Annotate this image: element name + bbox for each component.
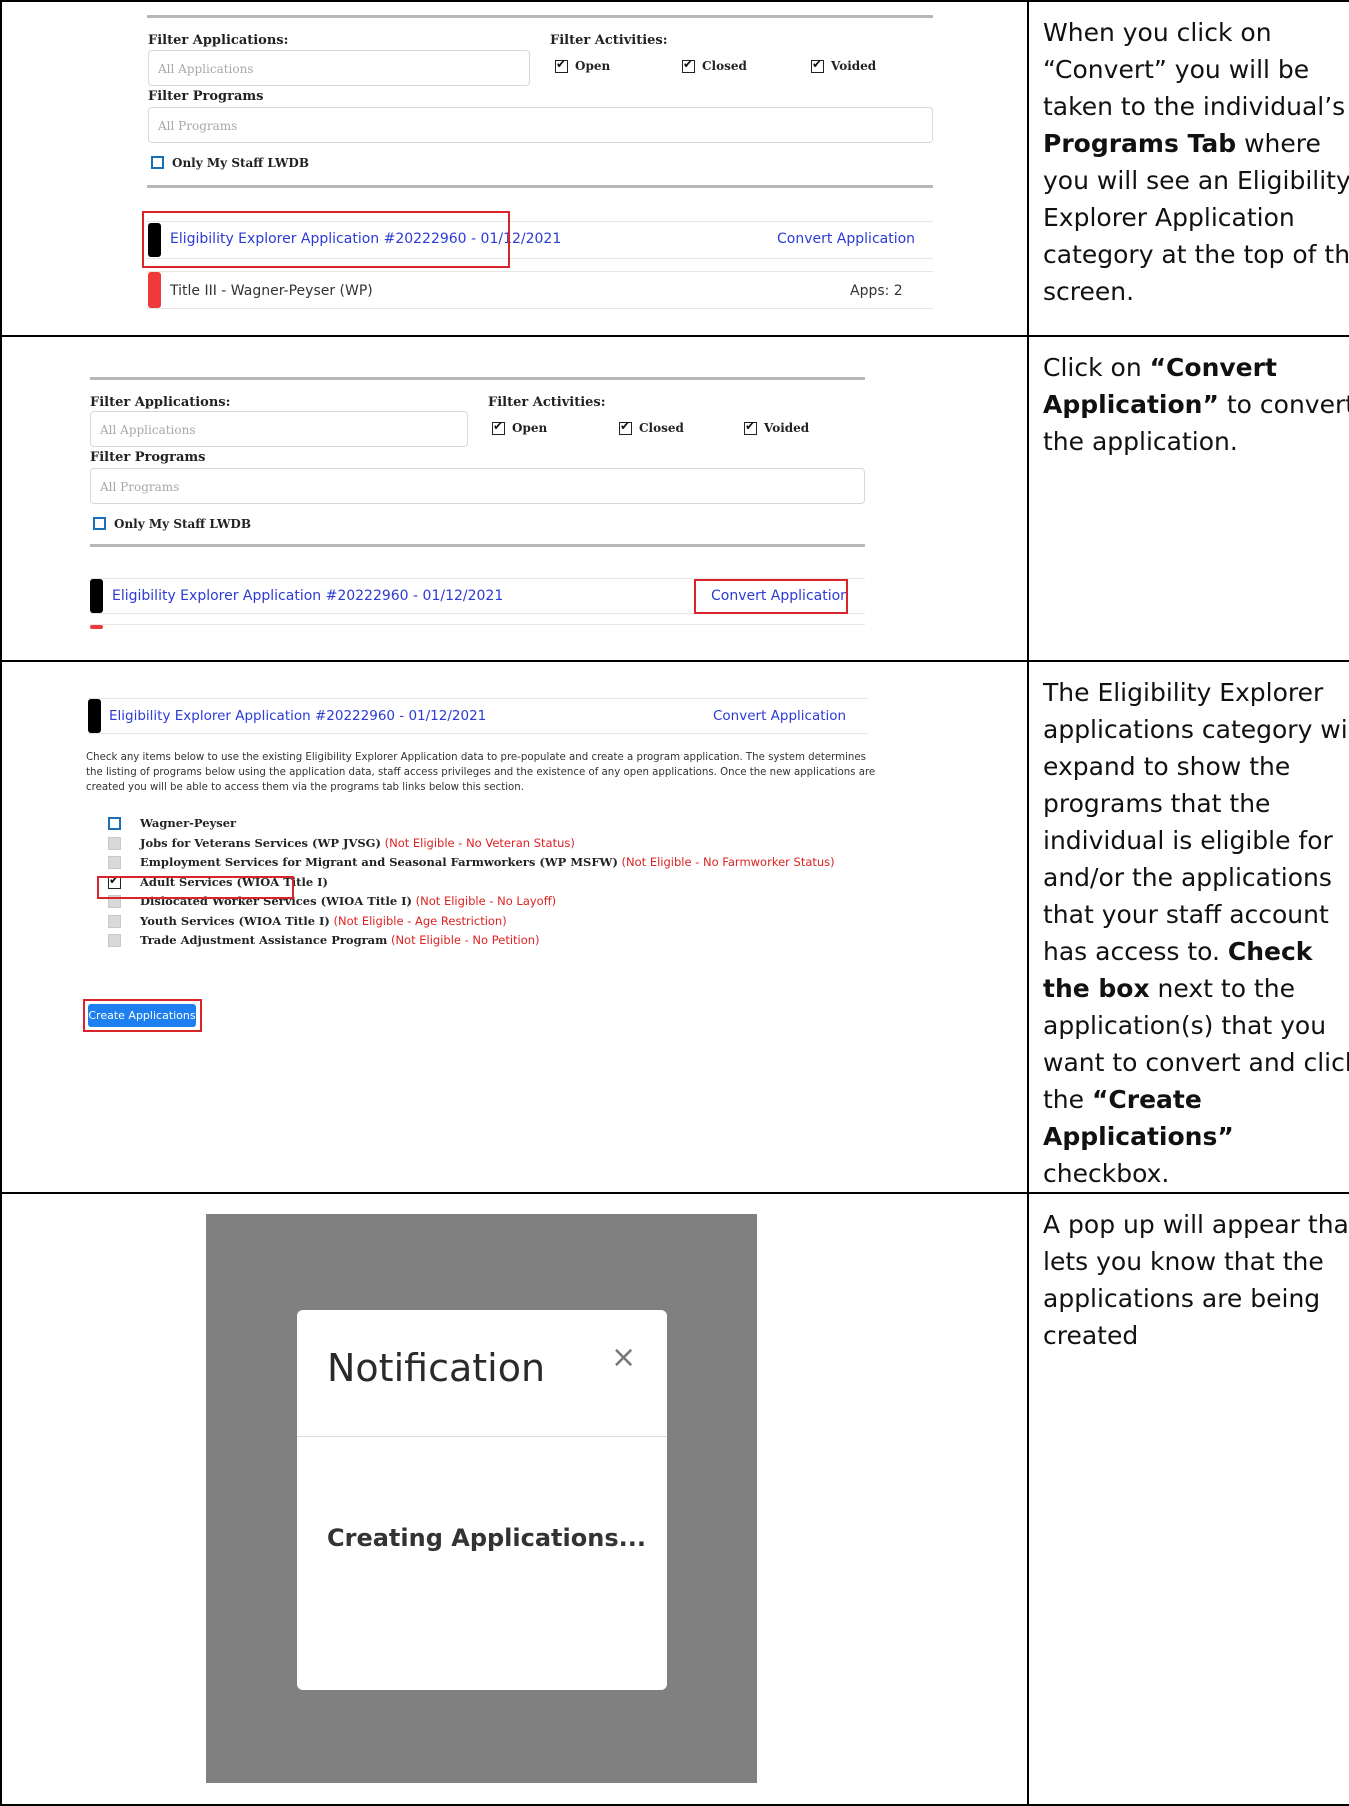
divider: [90, 544, 865, 547]
highlight-box: [694, 579, 848, 614]
voided-checkbox[interactable]: [811, 57, 824, 73]
program-label: Youth Services (WIOA Title I) (Not Eligi…: [140, 914, 507, 928]
eligibility-note: (Not Eligible - No Layoff): [412, 894, 557, 908]
category-color-bar: [90, 625, 103, 629]
voided-checkbox[interactable]: [744, 419, 757, 435]
divider: [147, 185, 933, 188]
voided-label: Voided: [831, 59, 877, 73]
program-row: [90, 624, 865, 627]
program-checkbox[interactable]: [108, 836, 121, 850]
program-name: Youth Services (WIOA Title I): [140, 913, 330, 928]
filter-activities-label: Filter Activities:: [488, 395, 606, 410]
category-color-bar: [148, 272, 161, 308]
eligibility-note: (Not Eligible - No Veteran Status): [380, 835, 575, 850]
program-label: Employment Services for Migrant and Seas…: [140, 855, 835, 869]
description-text: The Eligibility Explorer applications ca…: [1043, 678, 1349, 1188]
instruction-table: Filter Applications: All Applications Fi…: [0, 0, 1349, 1806]
description-cell-4: A pop up will appear that lets you know …: [1027, 1192, 1349, 1806]
notification-message: Creating Applications...: [327, 1524, 646, 1552]
program-name: Jobs for Veterans Services (WP JVSG): [140, 835, 381, 850]
closed-label: Closed: [639, 421, 684, 435]
program-checkbox[interactable]: [108, 856, 121, 869]
only-my-staff-label: Only My Staff LWDB: [114, 517, 251, 531]
dialog-divider: [297, 1436, 667, 1437]
open-checkbox[interactable]: [492, 419, 505, 435]
program-name: Wagner-Peyser: [140, 816, 237, 830]
filter-programs-input[interactable]: All Programs: [148, 107, 933, 143]
divider: [90, 377, 865, 380]
application-link[interactable]: Eligibility Explorer Application #202229…: [109, 708, 486, 724]
open-label: Open: [575, 59, 611, 73]
highlight-box: [83, 999, 202, 1032]
description-cell-2: Click on “Convert Application” to conver…: [1027, 335, 1349, 662]
filter-applications-input[interactable]: All Applications: [90, 411, 468, 447]
apps-count: Apps: 2: [850, 283, 903, 299]
screenshot-cell-2: Filter Applications: All Applications Fi…: [0, 335, 1029, 662]
close-icon[interactable]: ×: [611, 1340, 636, 1375]
highlight-box: [142, 211, 510, 268]
eligibility-note: (Not Eligible - No Petition): [387, 933, 540, 947]
category-color-bar: [88, 699, 101, 733]
program-label: Jobs for Veterans Services (WP JVSG) (No…: [140, 836, 575, 850]
program-checkbox[interactable]: [108, 817, 121, 830]
filter-activities-label: Filter Activities:: [550, 33, 668, 48]
highlight-box: [97, 876, 294, 899]
only-my-staff-checkbox[interactable]: [151, 156, 164, 169]
program-name: Trade Adjustment Assistance Program: [140, 933, 388, 947]
voided-label: Voided: [764, 421, 810, 435]
program-label: Trade Adjustment Assistance Program (Not…: [140, 933, 540, 947]
description-text: Click on “Convert Application” to conver…: [1043, 353, 1349, 456]
closed-label: Closed: [702, 59, 747, 73]
program-title[interactable]: Title III - Wagner-Peyser (WP): [170, 283, 373, 299]
filter-programs-label: Filter Programs: [90, 450, 206, 465]
eligibility-note: (Not Eligible - No Farmworker Status): [617, 855, 835, 869]
filter-applications-input[interactable]: All Applications: [148, 50, 530, 86]
program-name: Employment Services for Migrant and Seas…: [140, 855, 618, 869]
open-checkbox[interactable]: [555, 57, 568, 73]
description-text: A pop up will appear that lets you know …: [1043, 1210, 1349, 1350]
only-my-staff-checkbox[interactable]: [93, 517, 106, 530]
convert-application-link[interactable]: Convert Application: [713, 708, 846, 724]
program-checkbox[interactable]: [108, 934, 121, 947]
filter-programs-input[interactable]: All Programs: [90, 468, 865, 504]
screenshot-cell-3: Eligibility Explorer Application #202229…: [0, 660, 1029, 1194]
screenshot-cell-1: Filter Applications: All Applications Fi…: [0, 0, 1029, 337]
category-color-bar: [90, 579, 103, 613]
instructions-paragraph: Check any items below to use the existin…: [86, 752, 876, 793]
notification-dialog: Notification × Creating Applications...: [297, 1310, 667, 1690]
convert-application-link[interactable]: Convert Application: [777, 231, 915, 247]
description-text: When you click on “Convert” you will be …: [1043, 18, 1349, 306]
filter-applications-label: Filter Applications:: [90, 395, 231, 410]
description-cell-1: When you click on “Convert” you will be …: [1027, 0, 1349, 337]
notification-title: Notification: [327, 1346, 546, 1390]
divider: [147, 15, 933, 18]
closed-checkbox[interactable]: [619, 419, 632, 435]
application-link[interactable]: Eligibility Explorer Application #202229…: [112, 588, 503, 604]
filter-applications-label: Filter Applications:: [148, 33, 289, 48]
eligibility-note: (Not Eligible - Age Restriction): [329, 913, 507, 928]
only-my-staff-label: Only My Staff LWDB: [172, 156, 309, 170]
description-cell-3: The Eligibility Explorer applications ca…: [1027, 660, 1349, 1194]
program-label: Wagner-Peyser: [140, 816, 236, 830]
filter-programs-label: Filter Programs: [148, 89, 264, 104]
program-checkbox[interactable]: [108, 914, 121, 928]
open-label: Open: [512, 421, 548, 435]
closed-checkbox[interactable]: [682, 57, 695, 73]
screenshot-cell-4: Notification × Creating Applications...: [0, 1192, 1029, 1806]
